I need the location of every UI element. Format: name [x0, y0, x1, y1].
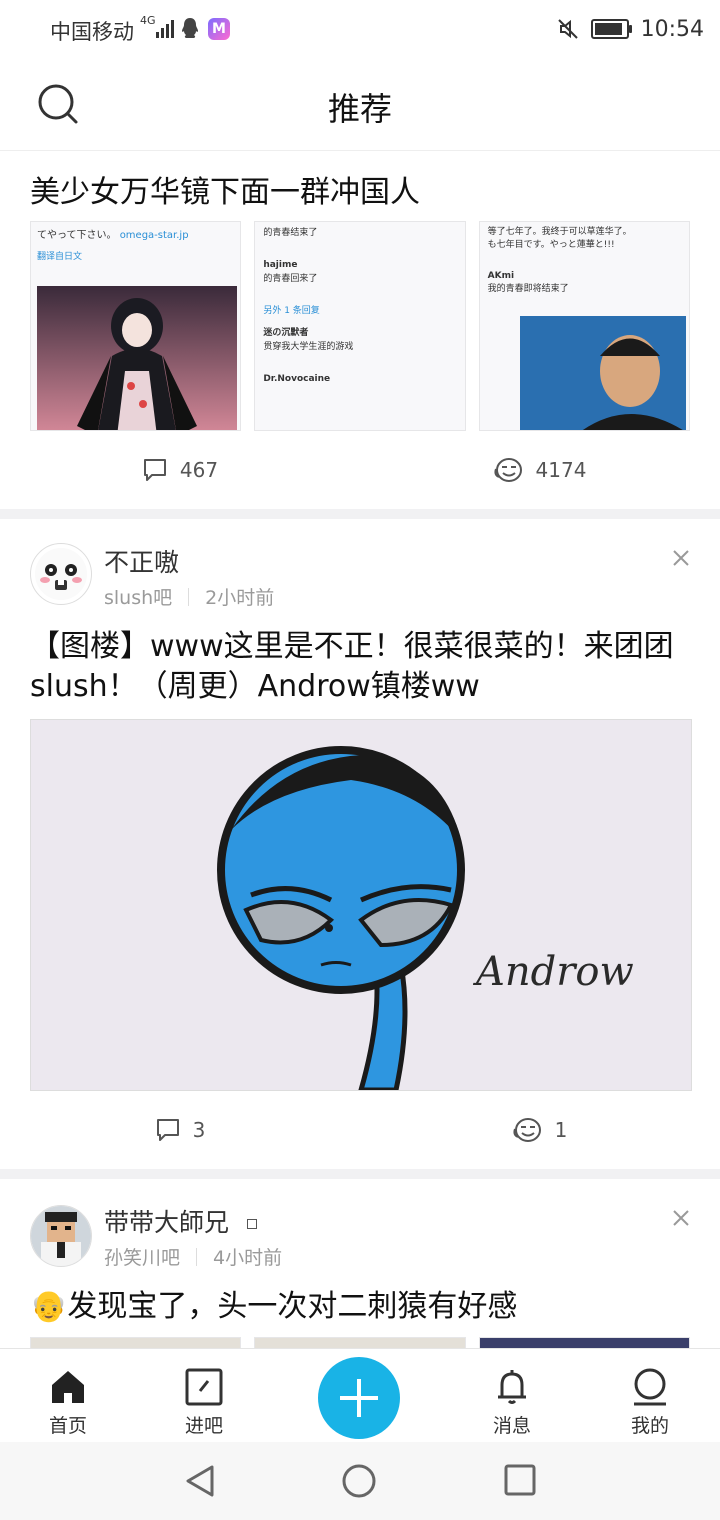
post-title[interactable]: 【图楼】www这里是不正！很菜很菜的！来团团slush！（周更）Androw镇楼…	[30, 627, 690, 707]
meta-separator	[196, 1247, 198, 1266]
like-count: 4174	[535, 458, 587, 482]
smile-like-icon	[513, 1118, 541, 1142]
like-button[interactable]: 1	[360, 1117, 720, 1143]
author-name[interactable]: 带带大師兄	[104, 1203, 257, 1239]
home-icon	[52, 1371, 84, 1403]
comment-icon	[156, 1119, 179, 1141]
thumb-text: 我的青春即将结束了	[487, 284, 569, 294]
meta-separator	[188, 587, 190, 606]
post-divider	[0, 1169, 720, 1179]
avatar-image	[31, 1206, 91, 1266]
post-thumbnails[interactable]: てやって下さい。 omega-star.jp 翻译自日文 的青春结束了 haji…	[30, 221, 690, 431]
nav-enter-bar[interactable]: 进吧	[164, 1367, 244, 1438]
nav-messages-label: 消息	[492, 1415, 531, 1437]
like-count: 1	[554, 1118, 568, 1142]
signature-text: Androw	[472, 949, 634, 995]
like-button[interactable]: 4174	[360, 457, 720, 483]
thumb-user: hajime	[263, 260, 298, 270]
close-icon[interactable]	[672, 549, 690, 567]
battery-icon	[590, 19, 632, 39]
recents-icon[interactable]	[504, 1464, 536, 1496]
back-icon[interactable]	[184, 1464, 216, 1498]
post-header: 不正嗷 slush吧 2小时前	[0, 519, 720, 613]
avatar[interactable]	[30, 1205, 92, 1267]
bottom-navigation: 首页 进吧 消息 我的	[0, 1348, 720, 1443]
anime-girl-illustration	[37, 286, 237, 430]
post-card[interactable]: 带带大師兄 孙笑川吧 4小时前 👴发现宝了，头一次对二刺猿有好感	[0, 1179, 720, 1367]
post-header: 带带大師兄 孙笑川吧 4小时前	[0, 1179, 720, 1273]
comment-button[interactable]: 467	[0, 457, 360, 483]
thumb-text: 等了七年了。我终于可以草莲华了。	[487, 227, 632, 237]
post-card[interactable]: 不正嗷 slush吧 2小时前 【图楼】www这里是不正！很菜很菜的！来团团sl…	[0, 519, 720, 1169]
thumb-text: てやって下さい。	[37, 230, 117, 241]
nav-messages[interactable]: 消息	[472, 1367, 552, 1438]
comment-count: 3	[192, 1118, 206, 1142]
post-title[interactable]: 美少女万华镜下面一群冲国人	[30, 151, 690, 221]
close-icon[interactable]	[672, 1209, 690, 1227]
thumb-user: AKmi	[487, 271, 515, 281]
comment-button[interactable]: 3	[0, 1117, 360, 1143]
nav-home-label: 首页	[48, 1415, 87, 1437]
old-man-emoji-icon: 👴	[30, 1289, 68, 1324]
nav-enter-bar-label: 进吧	[184, 1415, 223, 1437]
nav-mine-label: 我的	[630, 1415, 669, 1437]
page-title: 推荐	[327, 90, 392, 128]
profile-icon	[634, 1368, 666, 1406]
comment-count: 467	[179, 458, 219, 482]
feed[interactable]: 美少女万华镜下面一群冲国人 てやって下さい。 omega-star.jp 翻译自…	[0, 151, 720, 1367]
bell-icon	[498, 1370, 526, 1404]
thumbnail-image[interactable]: 的青春结束了 hajime 的青春回来了 另外 1 条回复 迷の沉默者 贯穿我大…	[254, 221, 466, 431]
top-header: 推荐	[0, 58, 720, 151]
home-circle-icon[interactable]	[342, 1464, 376, 1498]
qq-icon	[182, 18, 198, 38]
thumbnail-image[interactable]: 等了七年了。我终于可以草莲华了。 も七年目です。やっと蓮華と!!! AKmi 我…	[478, 221, 690, 431]
thumb-user: Dr.Novocaine	[263, 374, 331, 384]
thumb-text: 的青春回来了	[263, 274, 318, 284]
comment-icon	[143, 459, 166, 481]
bar-name[interactable]: slush吧	[104, 583, 172, 610]
thumbnail-image[interactable]: てやって下さい。 omega-star.jp 翻译自日文	[30, 221, 242, 431]
post-meta: slush吧 2小时前	[104, 583, 274, 610]
post-actions: 3 1	[0, 1091, 720, 1169]
clock: 10:54	[640, 16, 704, 42]
post-image[interactable]: Androw	[30, 719, 692, 1091]
thumb-text: も七年目です。やっと蓮華と!!!	[487, 240, 615, 250]
reaction-photo	[519, 316, 686, 430]
nav-mine[interactable]: 我的	[610, 1367, 690, 1438]
post-time: 2小时前	[205, 587, 275, 609]
thumb-user: 迷の沉默者	[263, 328, 309, 338]
nav-home[interactable]: 首页	[28, 1367, 108, 1438]
carrier-label: 中国移动	[50, 20, 134, 44]
status-bar: 中国移动 4G M 10:54	[0, 0, 720, 58]
author-name-text: 带带大師兄	[104, 1208, 230, 1237]
thumb-translate: 翻译自日文	[37, 252, 83, 262]
thumb-more: 另外 1 条回复	[263, 306, 320, 316]
post-card[interactable]: 美少女万华镜下面一群冲国人 てやって下さい。 omega-star.jp 翻译自…	[0, 151, 720, 509]
system-navigation-bar	[0, 1442, 720, 1520]
androw-drawing: Androw	[31, 720, 691, 1090]
post-divider	[0, 509, 720, 519]
enter-bar-icon	[185, 1368, 223, 1406]
plus-icon	[340, 1379, 378, 1417]
avatar-image	[35, 548, 87, 600]
thumb-text: 贯穿我大学生涯的游戏	[263, 342, 354, 352]
post-meta: 孙笑川吧 4小时前	[104, 1243, 282, 1270]
app-notification-icon: M	[208, 18, 230, 40]
level-badge-icon	[246, 1219, 257, 1229]
thumb-link: omega-star.jp	[119, 230, 189, 241]
bar-name[interactable]: 孙笑川吧	[104, 1243, 180, 1270]
post-title[interactable]: 👴发现宝了，头一次对二刺猿有好感	[30, 1287, 690, 1327]
avatar[interactable]	[30, 543, 92, 605]
post-title-text: 发现宝了，头一次对二刺猿有好感	[67, 1289, 518, 1324]
signal-icon	[156, 18, 174, 38]
create-post-button[interactable]	[318, 1357, 400, 1439]
post-time: 4小时前	[213, 1247, 283, 1269]
post-actions: 467 4174	[0, 431, 720, 509]
network-type: 4G	[140, 14, 156, 27]
thumb-text: 的青春结束了	[263, 228, 318, 238]
author-name[interactable]: 不正嗷	[104, 543, 179, 579]
mute-icon	[557, 19, 578, 39]
smile-like-icon	[493, 458, 522, 482]
